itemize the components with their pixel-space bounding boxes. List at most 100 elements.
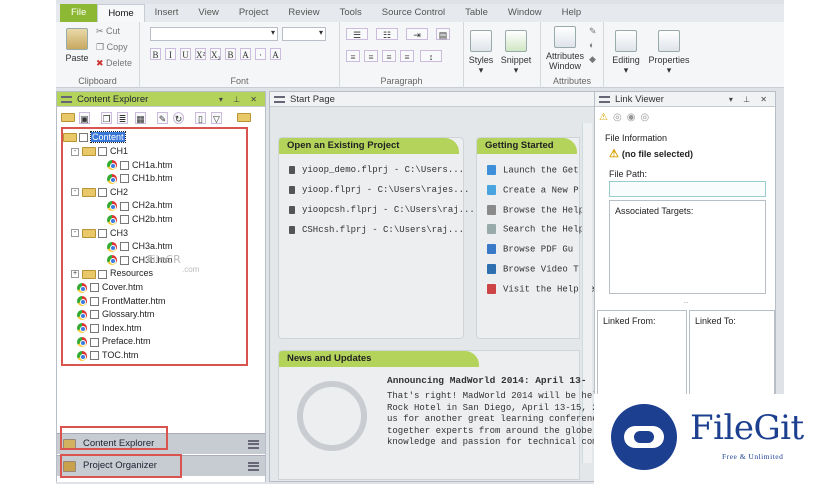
separator[interactable]: · xyxy=(255,48,266,60)
checkbox[interactable] xyxy=(120,215,129,225)
getting-started-link[interactable]: Create a New P xyxy=(487,184,579,195)
bullet-list-icon[interactable]: ☰ xyxy=(346,28,368,40)
paste-button[interactable]: Paste xyxy=(62,28,92,63)
copy-button[interactable]: ❐ Copy xyxy=(96,42,128,53)
menu-table[interactable]: Table xyxy=(455,4,498,22)
font-color-button[interactable]: A xyxy=(240,48,251,60)
properties-button[interactable]: Properties ▾ xyxy=(646,26,692,75)
collapse-icon[interactable]: - xyxy=(71,188,79,197)
strikethrough-button[interactable]: B xyxy=(225,48,236,60)
copy-topic-icon[interactable]: ❐ xyxy=(101,112,112,124)
checkbox[interactable] xyxy=(98,269,107,279)
checkbox[interactable] xyxy=(98,187,107,197)
getting-started-link[interactable]: Browse Video T xyxy=(487,264,579,274)
checkbox[interactable] xyxy=(98,228,107,238)
menu-help[interactable]: Help xyxy=(552,4,592,22)
expand-icon[interactable]: + xyxy=(71,270,79,279)
properties-list-icon[interactable]: ≣ xyxy=(117,112,128,124)
highlight-button[interactable]: A xyxy=(270,48,281,60)
getting-started-link[interactable]: Launch the Get xyxy=(487,165,579,175)
tree-file[interactable]: Index.htm xyxy=(77,322,142,334)
menu-home[interactable]: Home xyxy=(97,4,145,22)
checkbox[interactable] xyxy=(90,283,99,293)
getting-started-link[interactable]: Search the Help xyxy=(487,224,584,235)
subscript-button[interactable]: X₂ xyxy=(210,48,221,60)
checkbox[interactable] xyxy=(120,160,129,170)
open-folder-icon[interactable] xyxy=(61,113,75,122)
checkbox[interactable] xyxy=(120,201,129,211)
variable-icon[interactable]: ◆ xyxy=(589,54,596,65)
tree-file[interactable]: Glossary.htm xyxy=(77,308,154,320)
align-right-icon[interactable]: ≡ xyxy=(382,50,396,62)
edit-icon[interactable]: ✎ xyxy=(157,112,168,124)
tree-file[interactable]: CH1a.htm xyxy=(107,159,173,171)
delete-button[interactable]: ✖ Delete xyxy=(96,58,132,69)
font-family-select[interactable] xyxy=(150,27,278,41)
filter-icon[interactable]: ▽ xyxy=(211,112,222,124)
tree-folder[interactable]: + Resources xyxy=(71,267,153,279)
new-topic-icon[interactable]: ▣ xyxy=(79,112,90,124)
italic-button[interactable]: I xyxy=(165,48,176,60)
checkbox[interactable] xyxy=(120,242,129,252)
indent-icon[interactable]: ⇥ xyxy=(406,28,428,40)
superscript-button[interactable]: X² xyxy=(195,48,206,60)
checkbox[interactable] xyxy=(90,351,99,361)
bold-button[interactable]: B xyxy=(150,48,161,60)
tree-file[interactable]: Cover.htm xyxy=(77,281,143,293)
recent-project-link[interactable]: yioop.flprj - C:\Users\rajes... xyxy=(289,185,469,195)
align-left-icon[interactable]: ≡ xyxy=(346,50,360,62)
recent-project-link[interactable]: yioop_demo.flprj - C:\Users... xyxy=(289,165,464,175)
menu-window[interactable]: Window xyxy=(498,4,552,22)
splitter-handle[interactable]: .. xyxy=(599,296,773,306)
tree-file[interactable]: CH2a.htm xyxy=(107,199,173,212)
tree-root[interactable]: Content xyxy=(63,131,126,143)
checkbox[interactable] xyxy=(90,337,99,347)
checkbox[interactable] xyxy=(98,147,107,157)
menu-insert[interactable]: Insert xyxy=(145,4,189,22)
underline-button[interactable]: U xyxy=(180,48,191,60)
editing-button[interactable]: Editing ▾ xyxy=(608,26,644,75)
panel-controls[interactable]: ▾ ⊥ ✕ xyxy=(219,92,261,107)
condition-icon[interactable]: ◐ xyxy=(589,40,594,50)
folder-icon[interactable] xyxy=(237,113,251,122)
tree-file[interactable]: Preface.htm xyxy=(77,335,151,348)
image-icon[interactable]: ▦ xyxy=(135,112,146,124)
tree-folder[interactable]: - CH3 xyxy=(71,227,128,239)
tree-folder[interactable]: - CH2 xyxy=(71,186,128,198)
spacing-icon[interactable]: ↕ xyxy=(420,50,442,62)
checkbox[interactable] xyxy=(120,174,129,184)
checkbox[interactable] xyxy=(120,255,129,265)
checkbox[interactable] xyxy=(90,323,99,333)
cut-button[interactable]: ✂ Cut xyxy=(96,26,120,37)
checkbox[interactable] xyxy=(90,296,99,306)
menu-review[interactable]: Review xyxy=(278,4,329,22)
menu-project[interactable]: Project xyxy=(229,4,279,22)
document-icon[interactable]: ▯ xyxy=(195,112,206,124)
refresh-icon[interactable]: ↻ xyxy=(173,112,184,124)
recent-project-link[interactable]: yioopcsh.flprj - C:\Users\raj... xyxy=(289,205,475,215)
menu-view[interactable]: View xyxy=(188,4,228,22)
getting-started-link[interactable]: Browse the Help xyxy=(487,204,584,215)
collapse-icon[interactable]: - xyxy=(71,147,79,156)
tree-file[interactable]: TOC.htm xyxy=(77,349,138,361)
menu-source-control[interactable]: Source Control xyxy=(372,4,455,22)
tree-file[interactable]: CH3a.htm xyxy=(107,240,173,252)
tree-file[interactable]: CH2b.htm xyxy=(107,213,173,225)
font-size-select[interactable] xyxy=(282,27,326,41)
checkbox[interactable] xyxy=(90,310,99,320)
news-headline[interactable]: Announcing MadWorld 2014: April 13- xyxy=(387,375,587,386)
recent-project-link[interactable]: CSHcsh.flprj - C:\Users\raj... xyxy=(289,225,464,235)
menu-tools[interactable]: Tools xyxy=(330,4,372,22)
menu-file[interactable]: File xyxy=(60,4,98,22)
align-justify-icon[interactable]: ≡ xyxy=(400,50,414,62)
snippet-button[interactable]: Snippet ▾ xyxy=(498,26,534,75)
tree-file[interactable]: FrontMatter.htm xyxy=(77,295,166,307)
numbered-list-icon[interactable]: ☷ xyxy=(376,28,398,40)
getting-started-link[interactable]: Visit the Help Ce xyxy=(487,283,595,294)
file-path-field[interactable] xyxy=(609,181,766,197)
tag-icon[interactable]: ✎ xyxy=(589,26,597,37)
align-center-icon[interactable]: ≡ xyxy=(364,50,378,62)
show-blocks-icon[interactable]: ▤ xyxy=(436,28,450,40)
panel-controls[interactable]: ▾ ⊥ ✕ xyxy=(729,92,771,107)
getting-started-link[interactable]: Browse PDF Gu xyxy=(487,244,573,255)
